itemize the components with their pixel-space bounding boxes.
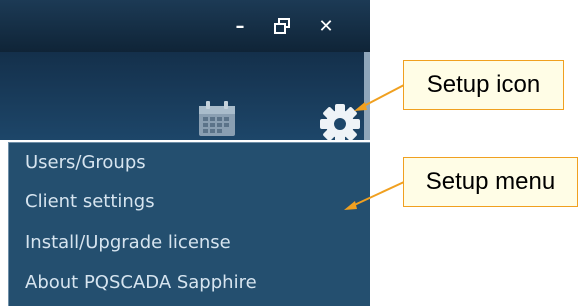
restore-icon — [274, 18, 290, 34]
close-button[interactable]: ✕ — [312, 14, 340, 38]
app-window: – ✕ Users/Groups Client settings Install… — [0, 0, 370, 306]
scrollbar[interactable] — [364, 52, 370, 140]
setup-menu-callout: Setup menu — [403, 157, 578, 207]
setup-icon-callout: Setup icon — [403, 60, 564, 110]
menu-item-about[interactable]: About PQSCADA Sapphire — [25, 266, 257, 300]
gear-icon[interactable] — [316, 100, 364, 140]
minimize-icon: – — [235, 15, 245, 37]
minimize-button[interactable]: – — [226, 14, 254, 38]
title-bar: – ✕ — [0, 0, 370, 52]
toolbar — [0, 52, 370, 140]
annotated-screenshot: – ✕ Users/Groups Client settings Install… — [0, 0, 579, 306]
restore-button[interactable] — [268, 14, 296, 38]
menu-item-client-settings[interactable]: Client settings — [25, 185, 155, 219]
setup-menu: Users/Groups Client settings Install/Upg… — [8, 142, 370, 306]
menu-item-users-groups[interactable]: Users/Groups — [25, 146, 146, 180]
menu-item-install-upgrade-license[interactable]: Install/Upgrade license — [25, 226, 231, 260]
close-icon: ✕ — [318, 15, 334, 37]
calendar-icon[interactable] — [197, 100, 237, 136]
